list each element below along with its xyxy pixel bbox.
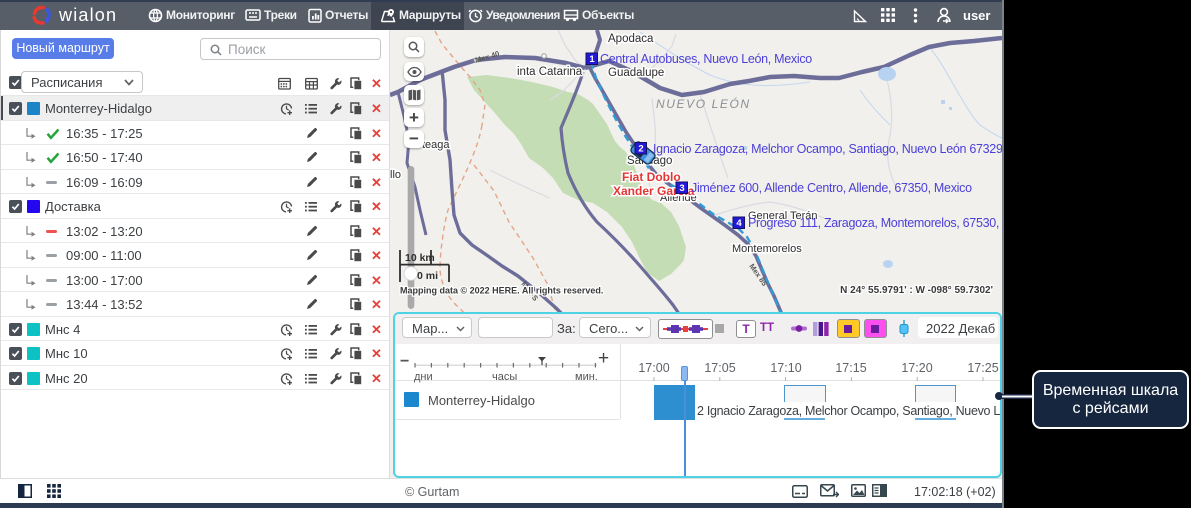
svg-text:Mapping data © 2022 HERE. All: Mapping data © 2022 HERE. All rights res… (400, 286, 603, 296)
svg-text:NUEVO LEÓN: NUEVO LEÓN (656, 96, 751, 111)
svg-text:llo: llo (390, 169, 401, 181)
svg-text:Montemorelos: Montemorelos (732, 243, 802, 255)
svg-text:N 24° 55.9791' : W -098° 59.73: N 24° 55.9791' : W -098° 59.7302' (840, 285, 993, 296)
svg-text:10 km: 10 km (405, 252, 435, 264)
svg-text:Central Autobuses, Nuevo León,: Central Autobuses, Nuevo León, Mexico (600, 52, 812, 66)
svg-text:Ignacio Zaragoza, Melchor Ocam: Ignacio Zaragoza, Melchor Ocampo, Santia… (653, 142, 1002, 156)
svg-text:Apodaca: Apodaca (608, 33, 654, 45)
svg-text:teaga: teaga (422, 139, 450, 151)
svg-text:1: 1 (589, 54, 595, 65)
svg-text:Fiat Doblo: Fiat Doblo (622, 170, 681, 184)
svg-text:3: 3 (679, 183, 684, 194)
svg-text:inta Catarina: inta Catarina (517, 66, 583, 78)
svg-text:4: 4 (736, 218, 742, 229)
svg-text:Progreso 111, Zaragoza, Montem: Progreso 111, Zaragoza, Montemorelos, 67… (748, 216, 1002, 230)
svg-text:Guadalupe: Guadalupe (608, 67, 664, 79)
svg-text:Jiménez 600, Allende Centro, A: Jiménez 600, Allende Centro, Allende, 67… (691, 181, 972, 195)
svg-text:2: 2 (638, 144, 643, 155)
svg-text:0 mi: 0 mi (417, 270, 438, 282)
